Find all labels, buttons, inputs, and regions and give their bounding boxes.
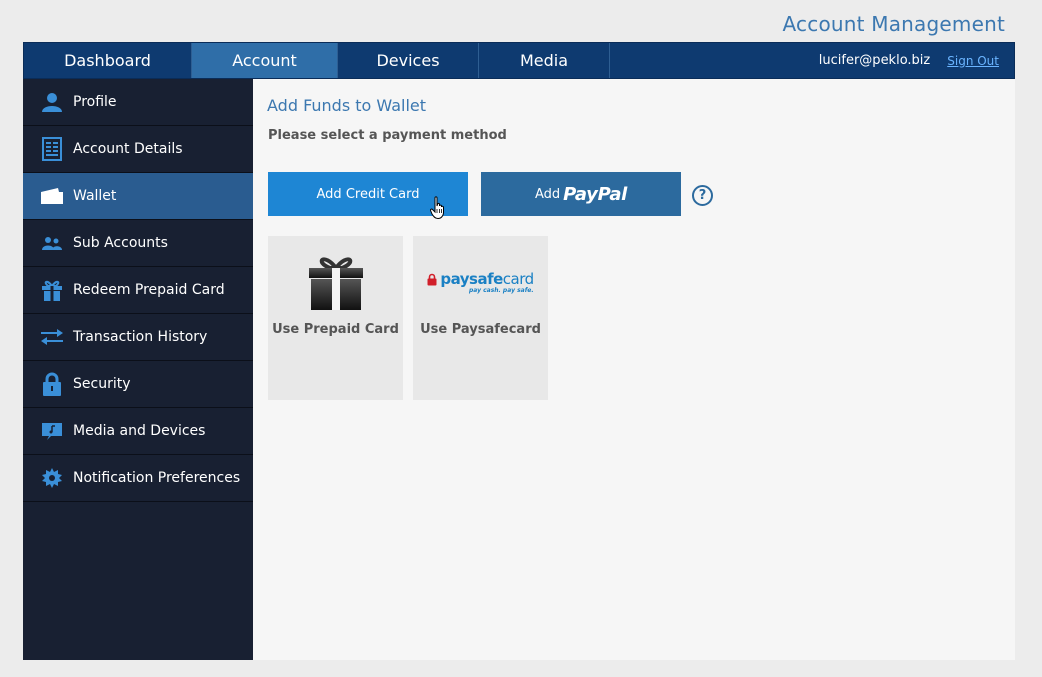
main-content: Add Funds to Wallet Please select a paym… [253,79,1015,660]
users-icon [40,231,64,255]
sidebar-item-redeem-prepaid-card[interactable]: Redeem Prepaid Card [23,267,253,314]
sidebar-item-label: Redeem Prepaid Card [73,282,225,298]
prepaid-card-label: Use Prepaid Card [272,322,399,337]
padlock-icon [427,273,437,285]
sidebar-item-label: Notification Preferences [73,470,241,486]
badge-gear-icon [40,466,64,490]
section-subtitle: Please select a payment method [268,128,507,143]
sidebar-item-label: Wallet [73,188,117,204]
paysafe-logo-light: card [502,270,534,288]
sidebar-item-label: Sub Accounts [73,235,168,251]
tab-devices[interactable]: Devices [338,43,479,78]
tile-graphic [268,254,403,314]
sign-out-link[interactable]: Sign Out [947,54,999,68]
sidebar-item-media-and-devices[interactable]: Media and Devices [23,408,253,455]
sidebar-item-security[interactable]: Security [23,361,253,408]
sidebar-item-account-details[interactable]: Account Details [23,126,253,173]
page-title: Account Management [782,12,1005,36]
sidebar-item-wallet[interactable]: Wallet [23,173,253,220]
tile-graphic: paysafe card pay cash. pay safe. [413,254,548,314]
wallet-icon [40,184,64,208]
gift-icon [40,278,64,302]
add-credit-card-label: Add Credit Card [316,186,420,202]
transfer-arrows-icon [40,325,64,349]
lock-icon [40,372,64,396]
sidebar-item-profile[interactable]: Profile [23,79,253,126]
sidebar-item-sub-accounts[interactable]: Sub Accounts [23,220,253,267]
hand-pointer-cursor-icon [430,196,444,220]
sidebar-item-transaction-history[interactable]: Transaction History [23,314,253,361]
sidebar-item-label: Profile [73,94,117,110]
add-paypal-prefix: Add [534,186,561,202]
add-paypal-button[interactable]: Add PayPal [481,172,681,216]
paypal-logo: PayPal [563,183,628,205]
sidebar-item-label: Transaction History [73,329,208,345]
top-navigation: Dashboard Account Devices Media lucifer@… [23,42,1015,79]
paysafecard-label: Use Paysafecard [420,322,541,337]
user-email: lucifer@peklo.biz [818,53,931,68]
sidebar-item-label: Security [73,376,131,392]
gift-box-icon [308,257,363,310]
paysafecard-logo: paysafe card pay cash. pay safe. [427,270,534,294]
document-icon [40,137,64,161]
user-box: lucifer@peklo.biz Sign Out [819,43,1014,78]
section-title: Add Funds to Wallet [267,96,427,115]
tab-dashboard[interactable]: Dashboard [24,43,192,78]
help-icon[interactable]: ? [692,185,713,206]
person-icon [40,90,64,114]
paysafecard-tile[interactable]: paysafe card pay cash. pay safe. Use Pays… [413,236,548,400]
sidebar-item-notification-preferences[interactable]: Notification Preferences [23,455,253,502]
sidebar-item-label: Media and Devices [73,423,206,439]
paysafe-tagline: pay cash. pay safe. [468,287,534,294]
tab-media[interactable]: Media [479,43,610,78]
prepaid-card-tile[interactable]: Use Prepaid Card [268,236,403,400]
sidebar: Profile Account Details Wallet Sub Accou… [23,79,253,660]
paysafe-logo-bold: paysafe [440,270,503,288]
sidebar-item-label: Account Details [73,141,183,157]
tab-account[interactable]: Account [192,43,338,78]
media-screen-icon [40,419,64,443]
